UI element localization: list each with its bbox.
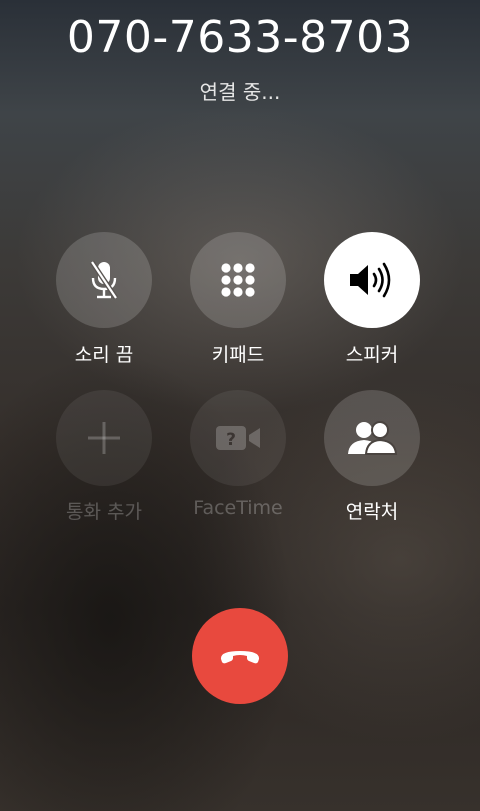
call-status: 연결 중... <box>199 80 281 104</box>
svg-text:?: ? <box>226 430 236 450</box>
add-call-button[interactable] <box>56 390 152 486</box>
facetime-icon: ? <box>216 426 260 450</box>
mute-button[interactable] <box>56 232 152 328</box>
mic-off-icon <box>89 260 119 300</box>
end-call-button[interactable] <box>192 608 288 704</box>
phone-number: 070-7633-8703 <box>66 12 414 63</box>
speaker-label: 스피커 <box>345 344 399 366</box>
speaker-button[interactable] <box>324 232 420 328</box>
contacts-label: 연락처 <box>345 501 399 523</box>
speaker-icon <box>350 262 391 298</box>
keypad-button[interactable] <box>190 232 286 328</box>
plus-icon <box>88 422 120 454</box>
contacts-icon <box>348 421 398 455</box>
contacts-button[interactable] <box>324 390 420 486</box>
keypad-icon <box>221 263 255 297</box>
facetime-button[interactable]: ? <box>190 390 286 486</box>
end-call-icon <box>220 651 260 664</box>
